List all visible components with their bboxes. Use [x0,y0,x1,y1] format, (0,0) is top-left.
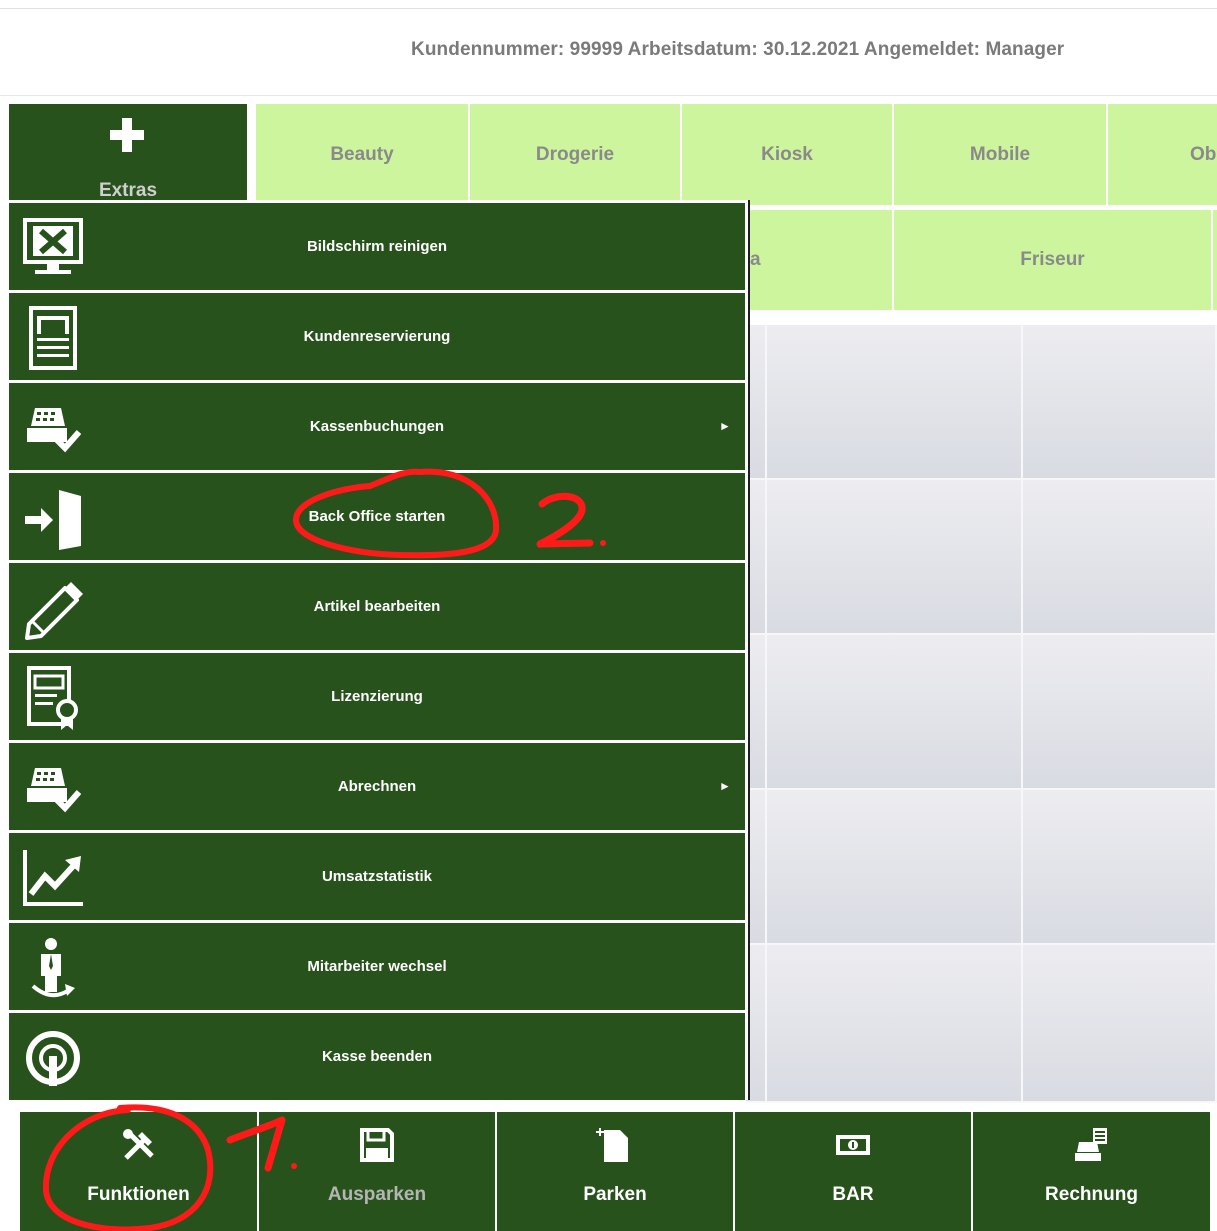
menu-item-label: Kasse beenden [321,1048,433,1065]
category-kiosk[interactable]: Kiosk [682,104,892,205]
submenu-arrow-icon: ► [719,419,731,433]
category-drogerie[interactable]: Drogerie [470,104,680,205]
menu-item-label: Abrechnen [337,778,417,795]
funktionen-label: Funktionen [87,1184,190,1205]
submenu-arrow-icon: ► [719,779,731,793]
rechnung-button[interactable]: Rechnung [973,1112,1210,1231]
product-grid [746,325,1217,1103]
menu-item-abrechnen[interactable]: Abrechnen ► [9,743,745,830]
grid-cell[interactable] [767,945,1023,1103]
menu-item-label: Kundenreservierung [303,328,451,345]
menu-item-label: Bildschirm reinigen [306,238,448,255]
menu-item-label: Kassenbuchungen [309,418,445,435]
status-header: Kundennummer: 99999 Arbeitsdatum: 30.12.… [0,8,1217,96]
menu-item-bildschirm-reinigen[interactable]: Bildschirm reinigen [9,203,745,290]
grid-cell[interactable] [1023,790,1217,945]
ausparken-button[interactable]: Ausparken [259,1112,495,1231]
menu-item-kassenbuchungen[interactable]: Kassenbuchungen ► [9,383,745,470]
menu-item-kasse-beenden[interactable]: Kasse beenden [9,1013,745,1100]
cash-banknote-icon [836,1135,870,1155]
menu-item-umsatzstatistik[interactable]: Umsatzstatistik [9,833,745,920]
tools-icon [122,1129,154,1160]
menu-item-mitarbeiter-wechsel[interactable]: Mitarbeiter wechsel [9,923,745,1010]
menu-item-back-office-starten[interactable]: Back Office starten [9,473,745,560]
parken-button[interactable]: Parken [497,1112,733,1231]
grid-cell[interactable] [767,480,1023,635]
grid-cell[interactable] [1023,325,1217,480]
funktionen-button[interactable]: Funktionen [20,1112,257,1231]
plus-icon [110,118,144,152]
menu-item-label: Back Office starten [308,508,446,525]
menu-item-label: Umsatzstatistik [321,868,433,885]
new-document-icon [596,1128,628,1162]
grid-cell[interactable] [1023,480,1217,635]
menu-item-label: Mitarbeiter wechsel [307,958,447,975]
grid-cell[interactable] [1023,635,1217,790]
bottom-action-bar: Funktionen Ausparken Parken BAR Rechnung [0,1106,1217,1231]
extras-label: Extras [98,180,158,201]
register-receipt-icon [1074,1128,1107,1161]
bar-button[interactable]: BAR [735,1112,971,1231]
header-info-text: Kundennummer: 99999 Arbeitsdatum: 30.12.… [411,39,1065,60]
ausparken-label: Ausparken [327,1184,427,1205]
menu-item-artikel-bearbeiten[interactable]: Artikel bearbeiten [9,563,745,650]
category-ob[interactable]: Ob [1108,104,1217,205]
floppy-disk-icon [360,1128,394,1162]
category-mobile[interactable]: Mobile [894,104,1106,205]
category-friseur[interactable]: Friseur [894,210,1211,310]
menu-item-kundenreservierung[interactable]: Kundenreservierung [9,293,745,380]
menu-item-label: Artikel bearbeiten [313,598,441,615]
rechnung-label: Rechnung [1045,1184,1138,1205]
bar-label: BAR [832,1184,874,1205]
menu-item-label: Lizenzierung [331,688,423,705]
functions-menu: Bildschirm reinigen Kundenreservierung K… [9,200,750,1100]
parken-label: Parken [583,1184,647,1205]
grid-cell[interactable] [1023,945,1217,1103]
category-beauty[interactable]: Beauty [256,104,468,205]
menu-item-lizenzierung[interactable]: Lizenzierung [9,653,745,740]
grid-cell[interactable] [767,790,1023,945]
grid-cell[interactable] [767,635,1023,790]
category-edge [1213,210,1217,310]
grid-cell[interactable] [767,325,1023,480]
category-partial[interactable]: a [746,210,892,310]
